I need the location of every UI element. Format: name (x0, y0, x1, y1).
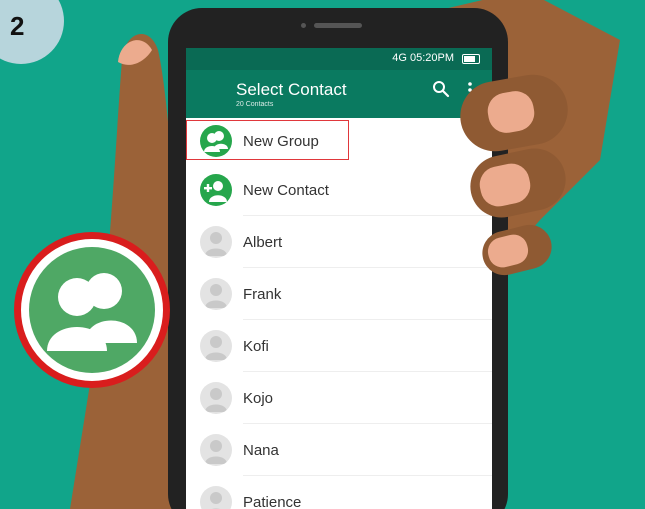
zoomed-new-group-callout (14, 232, 170, 388)
tutorial-illustration: 4G 05:20PM Select Contact 20 Contacts Ne… (0, 0, 645, 509)
group-icon (29, 247, 155, 373)
step-number: 2 (10, 11, 25, 41)
